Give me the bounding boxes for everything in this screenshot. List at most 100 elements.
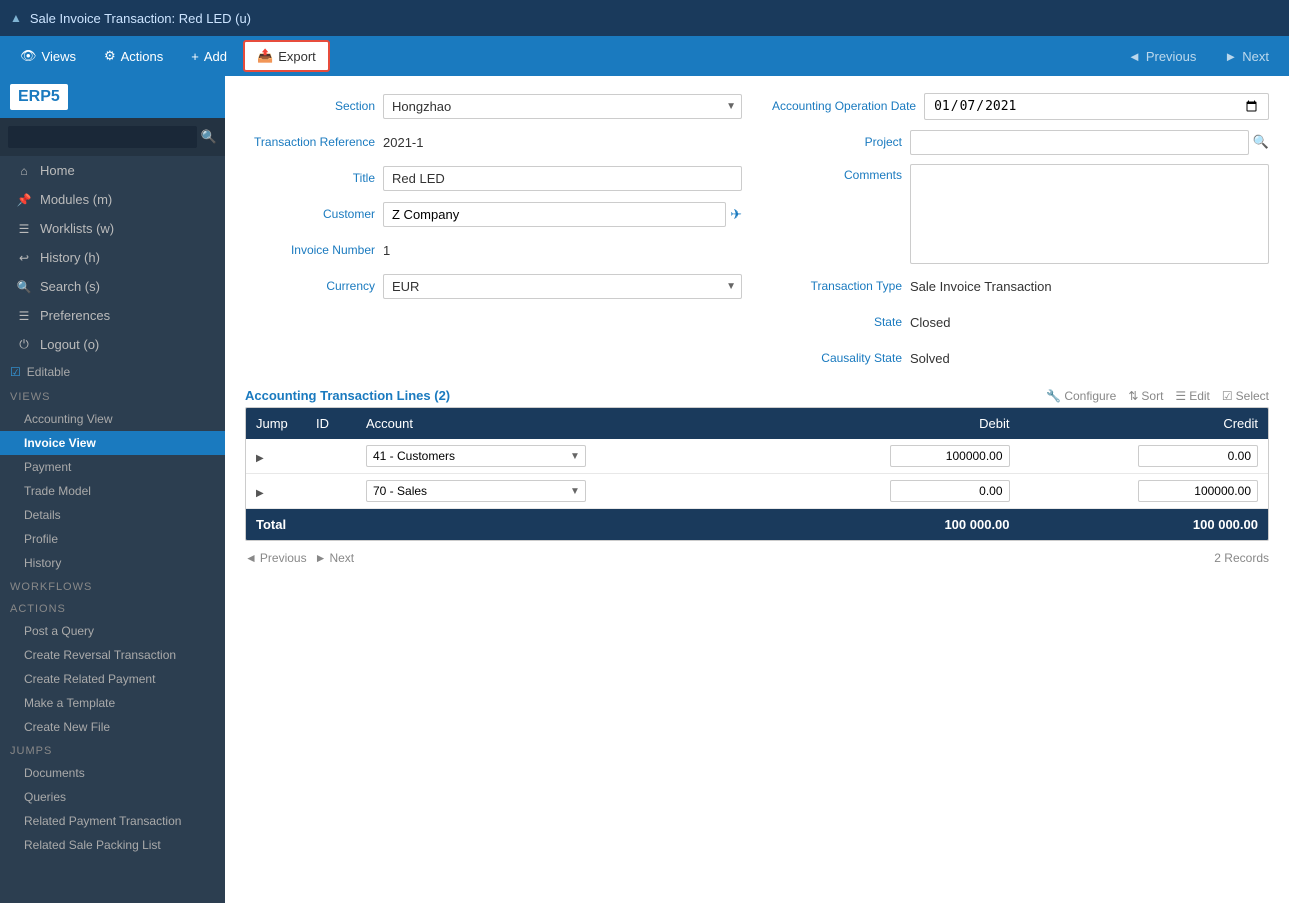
table-row: ▶ 70 - Sales ▼ — [246, 474, 1268, 509]
project-wrap: 🔍 — [910, 130, 1269, 155]
content-area: Section Hongzhao ▼ Transaction Reference… — [225, 76, 1289, 903]
customer-input[interactable] — [383, 202, 726, 227]
project-input[interactable] — [910, 130, 1249, 155]
configure-icon: 🔧 — [1046, 389, 1061, 403]
sort-button[interactable]: ⇅ Sort — [1128, 389, 1163, 403]
sidebar-item-search[interactable]: 🔍 Search (s) — [0, 272, 225, 301]
select-button[interactable]: ☑ Select — [1222, 389, 1269, 403]
lines-next-icon: ► — [315, 551, 327, 565]
invoice-number-row: Invoice Number 1 — [245, 236, 742, 264]
lines-next-button[interactable]: ► Next — [315, 551, 355, 565]
configure-button[interactable]: 🔧 Configure — [1046, 389, 1116, 403]
customer-row: Customer ✈ — [245, 200, 742, 228]
sidebar-item-queries[interactable]: Queries — [0, 785, 225, 809]
row2-arrow-icon[interactable]: ▶ — [256, 488, 264, 499]
project-search-icon[interactable]: 🔍 — [1253, 134, 1269, 150]
sidebar-search-area: 🔍 — [0, 118, 225, 156]
title-label: Title — [245, 171, 375, 185]
sidebar-item-history-view[interactable]: History — [0, 551, 225, 575]
edit-button[interactable]: ☰ Edit — [1175, 389, 1209, 403]
comments-row: Comments — [772, 164, 1269, 264]
customer-link-icon[interactable]: ✈ — [730, 206, 742, 223]
section-label: Section — [245, 99, 375, 113]
currency-select[interactable]: EUR — [383, 274, 742, 299]
top-bar: ▲ Sale Invoice Transaction: Red LED (u) — [0, 0, 1289, 36]
sidebar-item-worklists[interactable]: ☰ Worklists (w) — [0, 214, 225, 243]
sidebar-item-accounting-view[interactable]: Accounting View — [0, 407, 225, 431]
add-button[interactable]: + Add — [179, 43, 239, 70]
row1-credit — [1020, 439, 1268, 474]
row2-debit — [771, 474, 1019, 509]
next-button[interactable]: ► Next — [1212, 43, 1281, 70]
actions-icon: ⚙ — [104, 48, 116, 64]
sidebar-item-profile[interactable]: Profile — [0, 527, 225, 551]
row2-account-select[interactable]: 70 - Sales — [366, 480, 586, 502]
sidebar-item-create-file[interactable]: Create New File — [0, 715, 225, 739]
sidebar-item-payment[interactable]: Payment — [0, 455, 225, 479]
comments-textarea[interactable] — [910, 164, 1269, 264]
title-input[interactable] — [383, 166, 742, 191]
form-right: Accounting Operation Date Project 🔍 Comm… — [772, 92, 1269, 372]
row2-id — [306, 474, 356, 509]
views-button[interactable]: 👁 Views — [8, 42, 88, 70]
sidebar-item-make-template[interactable]: Make a Template — [0, 691, 225, 715]
editable-checkbox-icon: ☑ — [10, 365, 21, 379]
table-header-row: Jump ID Account Debit Credit — [246, 408, 1268, 439]
row1-arrow-icon[interactable]: ▶ — [256, 453, 264, 464]
top-bar-title: Sale Invoice Transaction: Red LED (u) — [30, 11, 251, 26]
sidebar-item-logout[interactable]: ⏻ Logout (o) — [0, 330, 225, 359]
sidebar-item-history[interactable]: ↩ History (h) — [0, 243, 225, 272]
lines-header: Accounting Transaction Lines (2) 🔧 Confi… — [245, 388, 1269, 403]
actions-button[interactable]: ⚙ Actions — [92, 42, 175, 70]
project-row: Project 🔍 — [772, 128, 1269, 156]
total-credit: 100 000.00 — [1020, 509, 1268, 541]
select-icon: ☑ — [1222, 389, 1233, 403]
row1-jump: ▶ — [246, 439, 306, 474]
row1-credit-input[interactable] — [1138, 445, 1258, 467]
previous-button[interactable]: ◄ Previous — [1116, 43, 1208, 70]
workflows-section-label: WORKFLOWS — [0, 575, 225, 597]
pagination: ◄ Previous ► Next 2 Records — [245, 551, 1269, 565]
sidebar-item-invoice-view[interactable]: Invoice View — [0, 431, 225, 455]
sidebar-item-details[interactable]: Details — [0, 503, 225, 527]
sidebar-item-create-reversal[interactable]: Create Reversal Transaction — [0, 643, 225, 667]
lines-table-wrap: Jump ID Account Debit Credit ▶ — [245, 407, 1269, 541]
section-select[interactable]: Hongzhao — [383, 94, 742, 119]
sidebar-item-documents[interactable]: Documents — [0, 761, 225, 785]
accounting-date-row: Accounting Operation Date — [772, 92, 1269, 120]
sidebar-item-preferences[interactable]: ☰ Preferences — [0, 301, 225, 330]
export-button[interactable]: 📤 Export — [243, 40, 330, 72]
search-icon[interactable]: 🔍 — [201, 129, 217, 145]
lines-previous-button[interactable]: ◄ Previous — [245, 551, 307, 565]
accounting-date-input[interactable] — [924, 93, 1269, 120]
transaction-ref-value: 2021-1 — [383, 135, 423, 150]
comments-label: Comments — [772, 164, 902, 182]
search-input[interactable] — [8, 126, 197, 148]
row1-debit-input[interactable] — [890, 445, 1010, 467]
row1-account: 41 - Customers ▼ — [356, 439, 771, 474]
sidebar-item-create-payment[interactable]: Create Related Payment — [0, 667, 225, 691]
total-row: Total 100 000.00 100 000.00 — [246, 509, 1268, 541]
export-icon: 📤 — [257, 48, 273, 64]
sidebar-item-trade-model[interactable]: Trade Model — [0, 479, 225, 503]
sidebar-item-home[interactable]: ⌂ Home — [0, 156, 225, 185]
row1-account-select[interactable]: 41 - Customers — [366, 445, 586, 467]
sidebar-item-related-packing[interactable]: Related Sale Packing List — [0, 833, 225, 857]
row2-debit-input[interactable] — [890, 480, 1010, 502]
jumps-section-label: JUMPS — [0, 739, 225, 761]
currency-select-wrap: EUR ▼ — [383, 274, 742, 299]
row2-credit-input[interactable] — [1138, 480, 1258, 502]
search-nav-icon: 🔍 — [16, 280, 32, 294]
action-bar: 👁 Views ⚙ Actions + Add 📤 Export ◄ Previ… — [0, 36, 1289, 76]
transaction-type-label: Transaction Type — [772, 279, 902, 293]
form-grid: Section Hongzhao ▼ Transaction Reference… — [245, 92, 1269, 372]
total-label: Total — [246, 509, 771, 541]
sidebar-logo: ERP5 — [0, 76, 225, 118]
sidebar-item-modules[interactable]: 📌 Modules (m) — [0, 185, 225, 214]
sidebar-item-related-payment[interactable]: Related Payment Transaction — [0, 809, 225, 833]
row1-account-wrap: 41 - Customers ▼ — [366, 445, 761, 467]
form-left: Section Hongzhao ▼ Transaction Reference… — [245, 92, 742, 372]
sidebar-item-post-query[interactable]: Post a Query — [0, 619, 225, 643]
customer-label: Customer — [245, 207, 375, 221]
title-row: Title — [245, 164, 742, 192]
